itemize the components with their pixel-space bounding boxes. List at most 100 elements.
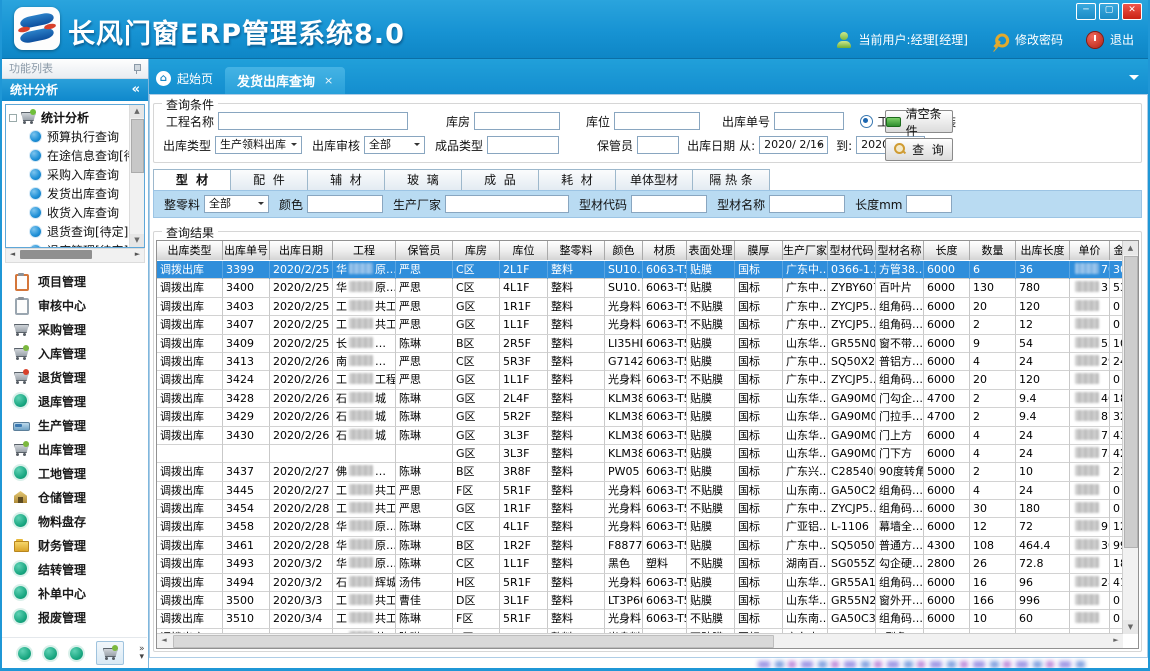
grid-vertical-scrollbar[interactable]: ▲ ▼ (1122, 241, 1138, 634)
column-header[interactable]: 型材名称 (876, 241, 924, 260)
scrollbar-thumb[interactable] (131, 119, 144, 173)
circle-icon[interactable] (18, 647, 31, 660)
column-header[interactable]: 单价 (1070, 241, 1110, 260)
table-row[interactable]: 调拨出库34002020/2/25华原…严思C区4L1F整料SU10…6063-… (157, 279, 1123, 297)
maximize-button[interactable]: ▢ (1099, 3, 1119, 20)
table-row[interactable]: 调拨出库34092020/2/25长…陈琳B区2R5F整料LI35HD6063-… (157, 335, 1123, 353)
table-row[interactable]: 调拨出库33992020/2/25华原…严思C区2L1F整料SU10…6063-… (157, 261, 1123, 279)
scroll-left-icon[interactable]: ◄ (157, 634, 171, 647)
tree-vertical-scrollbar[interactable]: ▲ ▼ (129, 105, 144, 247)
audit-select[interactable]: 全部 (364, 136, 425, 154)
column-header[interactable]: 出库类型 (157, 241, 223, 260)
table-row[interactable]: 调拨出库34132020/2/26南…严思C区5R3F整料G714226063-… (157, 353, 1123, 371)
column-header[interactable]: 表面处理 (687, 241, 735, 260)
scrollbar-thumb[interactable] (20, 250, 92, 259)
material-tab[interactable]: 隔 热 条 (693, 169, 770, 191)
column-header[interactable]: 数量 (970, 241, 1016, 260)
circle-icon[interactable] (44, 647, 57, 660)
material-tab[interactable]: 成 品 (462, 169, 539, 191)
column-header[interactable]: 膜厚 (735, 241, 783, 260)
scrollbar-thumb[interactable] (1124, 256, 1138, 548)
column-header[interactable]: 型材代码 (828, 241, 876, 260)
cart-toolbar-button[interactable] (96, 641, 124, 665)
column-header[interactable]: 材质 (643, 241, 687, 260)
table-row[interactable]: 调拨出库34612020/2/28华原…陈琳B区1R2F整料F8877FT606… (157, 537, 1123, 555)
scroll-up-icon[interactable]: ▲ (1123, 241, 1138, 255)
color-input[interactable] (307, 195, 383, 213)
material-tab[interactable]: 辅 材 (308, 169, 385, 191)
tree-root[interactable]: 统计分析 (8, 107, 129, 127)
change-password-link[interactable]: 修改密码 (1015, 31, 1063, 48)
sidebar-menu-item[interactable]: 生产管理 (2, 413, 148, 437)
column-header[interactable]: 工程 (333, 241, 396, 260)
sidebar-menu-item[interactable]: 财务管理 (2, 533, 148, 557)
logout-link[interactable]: 退出 (1110, 31, 1134, 48)
grid-horizontal-scrollbar[interactable]: ◄ ► (157, 633, 1123, 648)
tab-close-icon[interactable]: × (324, 74, 333, 87)
column-header[interactable]: 出库日期 (270, 241, 333, 260)
date-from-picker[interactable]: 2020/ 2/16 (759, 136, 828, 154)
tab-start-page[interactable]: ⌂ 起始页 (156, 70, 213, 87)
sidebar-menu-item[interactable]: 报废管理 (2, 605, 148, 629)
column-header[interactable]: 长度 (924, 241, 970, 260)
product-type-input[interactable] (487, 136, 559, 154)
scroll-down-icon[interactable]: ▼ (1123, 620, 1138, 634)
section-header[interactable]: 统计分析 « (2, 79, 148, 101)
tree-item[interactable]: 退库管理[待定] (8, 241, 129, 247)
table-row[interactable]: 调拨出库34942020/3/2石辉城汤伟H区5R1F整料光身料6063-T5贴… (157, 574, 1123, 592)
column-header[interactable]: 出库单号 (223, 241, 270, 260)
sidebar-menu-item[interactable]: 退货管理 (2, 365, 148, 389)
location-input[interactable] (614, 112, 700, 130)
scroll-up-icon[interactable]: ▲ (130, 105, 144, 118)
tree-item[interactable]: 发货出库查询 (8, 184, 129, 203)
table-row[interactable]: 调拨出库34372020/2/27佛…陈琳B区3R8F整料PW056063-T5… (157, 463, 1123, 481)
sidebar-menu-item[interactable]: 项目管理 (2, 269, 148, 293)
sidebar-menu-item[interactable]: 采购管理 (2, 317, 148, 341)
tree-item[interactable]: 采购入库查询 (8, 165, 129, 184)
material-tab[interactable]: 耗 材 (539, 169, 616, 191)
sidebar-menu-item[interactable]: 入库管理 (2, 341, 148, 365)
table-row[interactable]: 调拨出库34242020/2/26工工程严思G区1L1F整料光身料6063-T5… (157, 371, 1123, 389)
keeper-input[interactable] (637, 136, 679, 154)
clear-conditions-button[interactable]: 清空条件 (885, 110, 953, 133)
material-tab[interactable]: 型 材 (153, 169, 231, 191)
outbound-no-input[interactable] (774, 112, 844, 130)
pin-icon[interactable] (132, 64, 141, 73)
profile-name-input[interactable] (769, 195, 845, 213)
column-header[interactable]: 保管员 (396, 241, 453, 260)
sidebar-menu-item[interactable]: 仓储管理 (2, 485, 148, 509)
table-row[interactable]: 调拨出库34072020/2/25工共工程严思G区1L1F整料光身料6063-T… (157, 316, 1123, 334)
table-row[interactable]: 调拨出库35102020/3/4工共工程陈琳F区5R1F整料光身料6063-T5… (157, 610, 1123, 628)
material-tab[interactable]: 单体型材 (616, 169, 693, 191)
project-name-input[interactable] (218, 112, 408, 130)
outbound-type-select[interactable]: 生产领料出库 (215, 136, 302, 154)
sidebar-menu-item[interactable]: 结转管理 (2, 557, 148, 581)
tree-item[interactable]: 在途信息查询[待 (8, 146, 129, 165)
sidebar-menu-item[interactable]: 退库管理 (2, 389, 148, 413)
table-row[interactable]: 调拨出库34452020/2/27工共工程严思F区5R1F整料光身料6063-T… (157, 482, 1123, 500)
tree-item[interactable]: 退货查询[待定] (8, 222, 129, 241)
tree-item[interactable]: 预算执行查询 (8, 127, 129, 146)
table-row[interactable]: 调拨出库34932020/3/2华原…陈琳C区1L1F整料黑色塑料不贴膜国标湖南… (157, 555, 1123, 573)
warehouse-input[interactable] (474, 112, 560, 130)
sidebar-menu-item[interactable]: 补单中心 (2, 581, 148, 605)
search-button[interactable]: 查 询 (885, 138, 953, 161)
scroll-left-icon[interactable]: ◄ (6, 249, 19, 260)
sidebar-menu-item[interactable]: 审核中心 (2, 293, 148, 317)
table-row[interactable]: G区3L3F整料KLM38176063-T5贴膜国标山东华…GA90M09…门下… (157, 445, 1123, 463)
tab-shipping-outbound-query[interactable]: 发货出库查询 × (225, 67, 345, 94)
table-row[interactable]: 调拨出库34302020/2/26石城陈琳G区3L3F整料KLM38176063… (157, 427, 1123, 445)
sidebar-menu-item[interactable]: 物料盘存 (2, 509, 148, 533)
table-row[interactable]: 调拨出库34292020/2/26石城陈琳G区5R2F整料KLM38176063… (157, 408, 1123, 426)
material-tab[interactable]: 玻 璃 (385, 169, 462, 191)
scrollbar-thumb[interactable] (173, 635, 774, 648)
scroll-right-icon[interactable]: ► (131, 249, 144, 260)
minimize-button[interactable]: ─ (1076, 3, 1096, 20)
material-tab[interactable]: 配 件 (231, 169, 308, 191)
tab-list-chevron-icon[interactable] (1129, 75, 1139, 85)
column-header[interactable]: 出库长度 (1016, 241, 1070, 260)
length-input[interactable] (906, 195, 952, 213)
more-buttons-chevron[interactable]: »▾ (139, 645, 145, 661)
profile-code-input[interactable] (631, 195, 707, 213)
column-header[interactable]: 库房 (453, 241, 500, 260)
